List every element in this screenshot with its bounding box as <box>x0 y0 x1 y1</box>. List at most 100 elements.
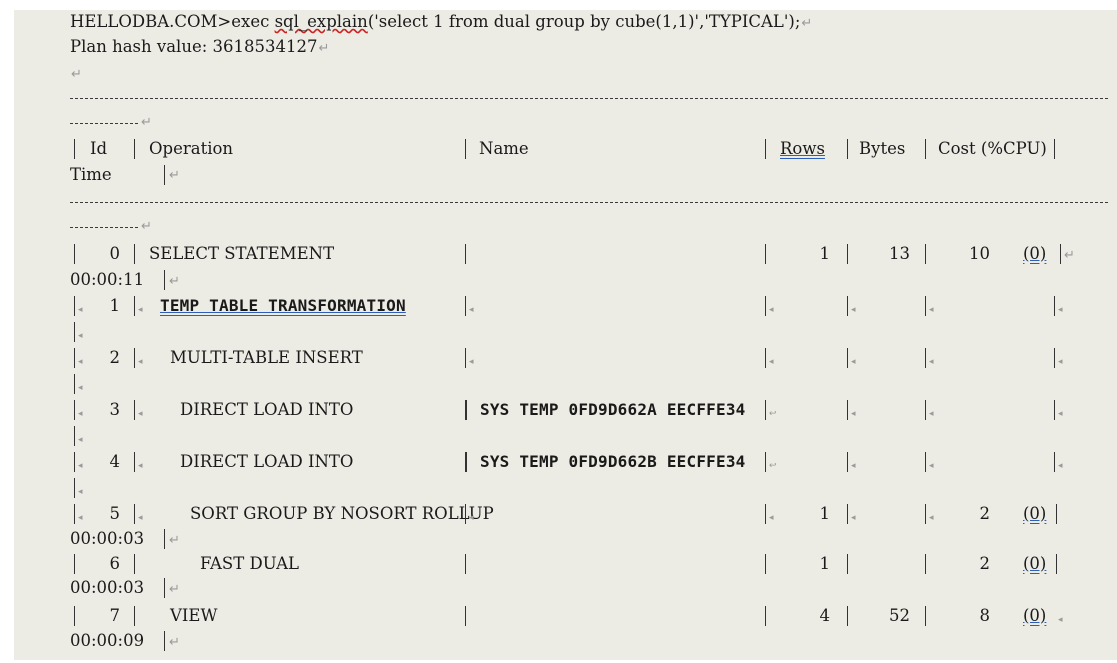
cell-mark-icon: ◂ <box>851 513 856 523</box>
row-operation: TEMP TABLE TRANSFORMATION <box>160 296 406 315</box>
column-divider <box>765 139 766 159</box>
row-bytes: 52 <box>889 606 910 625</box>
row-cost: 2 <box>979 504 991 523</box>
column-divider <box>1054 400 1055 420</box>
paragraph-mark-icon: ↵ <box>1064 248 1075 263</box>
header-operation: Operation <box>149 139 234 158</box>
row-rows: 1 <box>819 504 831 523</box>
paragraph-mark-icon: ↵ <box>169 635 180 650</box>
column-divider <box>465 452 467 472</box>
column-divider <box>925 139 926 159</box>
row-rows: 1 <box>819 244 831 263</box>
column-divider <box>134 606 135 626</box>
paragraph-mark-icon: ↵ <box>169 533 180 548</box>
row-time: 00:00:11 <box>70 270 145 289</box>
column-divider <box>925 244 926 264</box>
column-divider <box>164 270 165 290</box>
row-id: 5 <box>109 504 121 523</box>
row-time: 00:00:09 <box>70 631 145 650</box>
column-divider <box>1054 348 1055 368</box>
cell-mark-icon: ◂ <box>78 409 83 419</box>
column-divider <box>925 296 926 316</box>
column-divider <box>134 554 135 574</box>
header-rows: Rows <box>780 139 825 158</box>
cell-mark-icon: ◂ <box>851 461 856 471</box>
column-divider <box>765 296 766 316</box>
cell-mark-icon: ◂ <box>851 409 856 419</box>
column-divider <box>847 400 848 420</box>
row-operation: DIRECT LOAD INTO <box>180 400 354 419</box>
cell-mark-icon: ◂ <box>78 461 83 471</box>
cell-mark-icon: ◂ <box>138 513 143 523</box>
header-bytes: Bytes <box>859 139 906 158</box>
paragraph-mark-icon: ↵ <box>169 168 180 183</box>
cell-mark-icon: ◂ <box>78 357 83 367</box>
cell-mark-icon: ◂ <box>138 409 143 419</box>
empty-line: ↵ <box>70 62 82 86</box>
cell-mark-icon: ◂ <box>78 383 83 393</box>
column-divider <box>925 348 926 368</box>
column-divider <box>465 296 466 316</box>
row-bytes: 13 <box>889 244 910 263</box>
row-name: SYS TEMP 0FD9D662B EECFFE34 <box>480 452 746 471</box>
column-divider <box>74 478 75 498</box>
separator-continuation <box>70 123 138 124</box>
separator-line <box>70 202 1108 203</box>
plan-hash-value: Plan hash value: 3618534127 <box>70 37 318 56</box>
row-cost: 2 <box>979 554 991 573</box>
column-divider <box>925 452 926 472</box>
column-divider <box>74 400 75 420</box>
cell-mark-icon: ◂ <box>78 305 83 315</box>
column-divider <box>74 374 75 394</box>
column-divider <box>847 452 848 472</box>
column-divider <box>164 578 165 598</box>
row-time: 00:00:03 <box>70 529 145 548</box>
column-divider <box>465 139 466 159</box>
column-divider <box>465 606 466 626</box>
cell-mark-icon: ◂ <box>78 435 83 445</box>
row-operation: MULTI-TABLE INSERT <box>170 348 363 367</box>
column-divider <box>134 244 135 264</box>
column-divider <box>465 400 467 420</box>
cell-mark-icon: ◂ <box>469 357 474 367</box>
row-operation: VIEW <box>170 606 218 625</box>
column-divider <box>765 606 766 626</box>
cell-mark-icon: ◂ <box>851 305 856 315</box>
row-rows: 1 <box>819 554 831 573</box>
column-divider <box>134 139 135 159</box>
cell-mark-icon: ◂ <box>929 409 934 419</box>
column-divider <box>134 504 135 524</box>
row-cost: 10 <box>969 244 990 263</box>
cell-mark-icon: ◂ <box>78 331 83 341</box>
paragraph-mark-icon: ↵ <box>141 115 152 130</box>
cell-mark-icon: ◂ <box>1058 305 1063 315</box>
cell-mark-icon: ↩ <box>769 409 777 419</box>
cell-mark-icon: ◂ <box>769 357 774 367</box>
header-id: Id <box>90 139 108 158</box>
column-divider <box>74 296 75 316</box>
cell-mark-icon: ◂ <box>138 305 143 315</box>
row-cpu: (0) <box>1023 606 1047 625</box>
column-divider <box>765 504 766 524</box>
column-divider <box>765 554 766 574</box>
column-divider <box>134 348 135 368</box>
row-id: 6 <box>109 554 121 573</box>
column-divider <box>134 452 135 472</box>
paragraph-mark-icon: ↵ <box>71 67 82 82</box>
column-divider <box>925 504 926 524</box>
row-id: 1 <box>109 296 121 315</box>
row-cpu: (0) <box>1023 504 1047 523</box>
column-divider <box>847 139 848 159</box>
function-args: ('select 1 from dual group by cube(1,1)'… <box>367 12 801 31</box>
row-id: 4 <box>109 452 121 471</box>
row-operation: FAST DUAL <box>200 554 299 573</box>
column-divider <box>134 400 135 420</box>
separator-line <box>70 98 1108 99</box>
column-divider <box>1060 244 1061 264</box>
column-divider <box>765 348 766 368</box>
column-divider <box>74 348 75 368</box>
column-divider <box>925 554 926 574</box>
row-id: 0 <box>109 244 121 263</box>
row-cpu: (0) <box>1023 554 1047 573</box>
column-divider <box>1054 296 1055 316</box>
